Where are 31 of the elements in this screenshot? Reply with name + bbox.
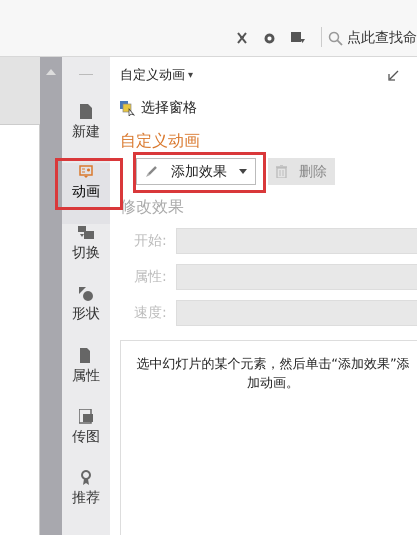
sidebar-item[interactable]: 形状 — [62, 285, 110, 346]
panel-title[interactable]: 自定义动画 — [120, 66, 185, 84]
sidebar-item[interactable]: 传图 — [62, 407, 110, 468]
search-icon — [328, 30, 343, 46]
image-icon — [78, 409, 94, 424]
sidebar-item[interactable]: 推荐 — [62, 468, 110, 529]
hint-text: 选中幻灯片的某个元素，然后单击“添加效果”添加动画。 — [135, 356, 411, 393]
scroll-up-icon[interactable] — [46, 69, 56, 75]
sidebar-item[interactable]: 动画 — [62, 163, 110, 224]
selection-pane-link[interactable]: 选择窗格 — [120, 97, 417, 119]
grip-handle[interactable] — [79, 74, 93, 75]
caret-icon — [239, 169, 247, 174]
page-icon — [80, 104, 92, 119]
field-label: 速度: — [134, 304, 168, 322]
trash-icon — [276, 165, 287, 178]
section-title: 自定义动画 — [120, 131, 201, 152]
add-effect-button[interactable]: 添加效果 — [136, 158, 256, 185]
switch-slides-icon — [78, 226, 94, 240]
search-field[interactable]: 点此查找命 — [328, 29, 417, 47]
layers-cursor-icon — [120, 100, 135, 116]
collapse-arrow-icon[interactable] — [388, 70, 399, 80]
brush-icon — [145, 166, 157, 178]
sidebar-item[interactable]: 属性 — [62, 346, 110, 407]
sidebar-item[interactable]: 切换 — [62, 224, 110, 285]
square-dropdown-icon[interactable] — [291, 32, 305, 44]
field-label: 属性: — [134, 268, 168, 286]
award-icon — [80, 470, 92, 485]
title-caret[interactable]: ▾ — [188, 70, 194, 80]
sidebar-item[interactable]: 新建 — [62, 102, 110, 163]
field-label: 开始: — [134, 232, 168, 250]
shapes-icon — [79, 287, 93, 301]
